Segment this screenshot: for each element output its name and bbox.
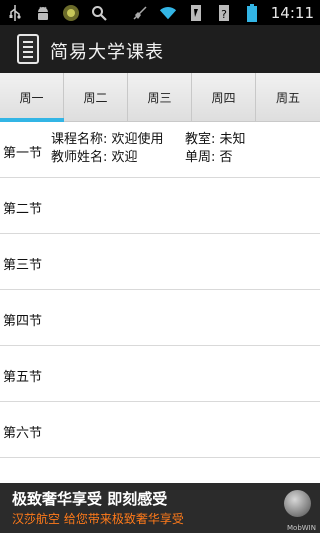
globe-icon (284, 490, 311, 517)
tab-friday[interactable]: 周五 (256, 73, 320, 121)
ad-title: 极致奢华享受 即刻感受 (12, 490, 168, 508)
period-label: 第一节 (3, 146, 43, 161)
period-row-6[interactable]: 第六节 (0, 402, 320, 458)
ad-banner[interactable]: 极致奢华享受 即刻感受 汉莎航空 给您带来极致奢华享受 MobWIN (0, 483, 320, 533)
period-label: 第六节 (3, 426, 43, 441)
signal-icon (187, 4, 205, 22)
teacher-name: 教师姓名: 欢迎 (51, 150, 138, 165)
app-title: 简易大学课表 (50, 42, 164, 63)
tab-tuesday[interactable]: 周二 (64, 73, 128, 121)
svg-text:?: ? (221, 8, 227, 21)
app-notification-icon (62, 4, 80, 22)
period-row-1[interactable]: 第一节 课程名称: 欢迎使用 教室: 未知 教师姓名: 欢迎 单周: 否 (0, 122, 320, 178)
document-icon[interactable] (17, 34, 39, 64)
schedule-list: 第一节 课程名称: 欢迎使用 教室: 未知 教师姓名: 欢迎 单周: 否 第二节… (0, 122, 320, 458)
ad-subtitle: 汉莎航空 给您带来极致奢华享受 (12, 512, 184, 526)
period-label: 第五节 (3, 370, 43, 385)
wifi-icon (159, 4, 177, 22)
mute-icon (131, 4, 149, 22)
status-time: 14:11 (270, 3, 314, 22)
period-row-5[interactable]: 第五节 (0, 346, 320, 402)
tab-thursday[interactable]: 周四 (192, 73, 256, 121)
tab-monday[interactable]: 周一 (0, 73, 64, 122)
status-bar-system: ? 14:11 (131, 3, 314, 22)
period-label: 第三节 (3, 258, 43, 273)
period-row-2[interactable]: 第二节 (0, 178, 320, 234)
course-info[interactable]: 课程名称: 欢迎使用 教室: 未知 教师姓名: 欢迎 单周: 否 (51, 131, 246, 167)
app-bar: 简易大学课表 (0, 25, 320, 73)
usb-icon (6, 4, 24, 22)
battery-icon (243, 3, 261, 22)
period-label: 第二节 (3, 202, 43, 217)
ad-brand: MobWIN (287, 524, 316, 532)
tab-wednesday[interactable]: 周三 (128, 73, 192, 121)
android-debug-icon (34, 4, 52, 22)
classroom: 教室: 未知 (185, 132, 246, 147)
course-name: 课程名称: 欢迎使用 (51, 132, 164, 147)
no-sim-icon: ? (215, 4, 233, 22)
period-row-3[interactable]: 第三节 (0, 234, 320, 290)
period-row-4[interactable]: 第四节 (0, 290, 320, 346)
period-label: 第四节 (3, 314, 43, 329)
search-icon (90, 4, 108, 22)
odd-week: 单周: 否 (185, 150, 233, 165)
status-bar-notifications (6, 3, 108, 22)
status-bar: ? 14:11 (0, 0, 320, 25)
day-tabs: 周一 周二 周三 周四 周五 (0, 73, 320, 122)
